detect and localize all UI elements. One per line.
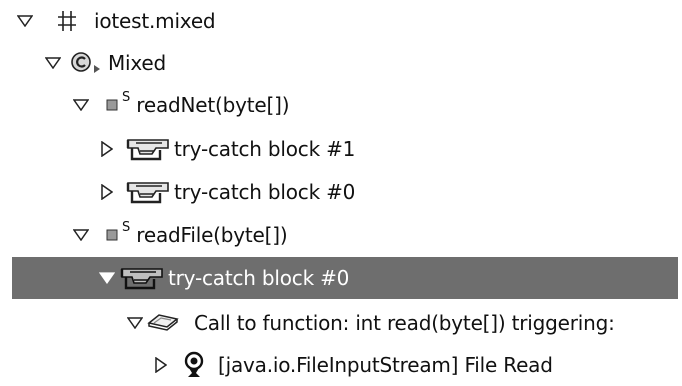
package-icon	[54, 9, 78, 33]
node-label: try-catch block #1	[174, 137, 356, 161]
tree-row-exception[interactable]: [java.io.FileInputStream] File Read	[0, 344, 682, 386]
node-label: try-catch block #0	[168, 266, 350, 290]
expand-toggle-expanded[interactable]	[16, 12, 34, 30]
static-modifier: S	[122, 89, 131, 105]
outline-tree: iotest.mixed Mixed S readNet(byte[]) try…	[0, 0, 682, 381]
tree-row-class[interactable]: Mixed	[0, 42, 682, 84]
tree-row-try-catch[interactable]: try-catch block #0	[0, 171, 682, 213]
tree-row-call[interactable]: Call to function: int read(byte[]) trigg…	[0, 302, 682, 344]
expand-toggle-expanded[interactable]	[72, 226, 90, 244]
expand-toggle-collapsed[interactable]	[152, 356, 170, 374]
node-label: try-catch block #0	[174, 180, 356, 204]
expand-toggle-collapsed[interactable]	[98, 183, 116, 201]
node-label: readFile(byte[])	[136, 223, 288, 247]
try-catch-icon	[126, 180, 170, 204]
expand-toggle-expanded[interactable]	[72, 96, 90, 114]
node-label: Mixed	[108, 51, 167, 75]
node-label: Call to function: int read(byte[]) trigg…	[194, 311, 615, 335]
exception-icon	[182, 351, 206, 379]
expand-toggle-expanded[interactable]	[44, 54, 62, 72]
class-icon	[70, 51, 106, 75]
try-catch-icon	[126, 137, 170, 161]
call-icon	[146, 312, 180, 334]
expand-toggle-expanded[interactable]	[126, 314, 144, 332]
expand-toggle-collapsed[interactable]	[98, 140, 116, 158]
node-label: readNet(byte[])	[136, 93, 290, 117]
static-modifier: S	[122, 219, 131, 235]
method-icon	[106, 229, 118, 241]
tree-row-try-catch-selected[interactable]: try-catch block #0	[12, 257, 678, 299]
node-label: [java.io.FileInputStream] File Read	[218, 353, 553, 377]
method-icon	[106, 99, 118, 111]
try-catch-icon	[120, 266, 164, 290]
tree-row-method[interactable]: S readFile(byte[])	[0, 214, 682, 256]
expand-toggle-expanded[interactable]	[98, 269, 116, 287]
tree-row-method[interactable]: S readNet(byte[])	[0, 84, 682, 126]
tree-row-package[interactable]: iotest.mixed	[0, 0, 682, 42]
tree-row-try-catch[interactable]: try-catch block #1	[0, 128, 682, 170]
node-label: iotest.mixed	[94, 9, 216, 33]
